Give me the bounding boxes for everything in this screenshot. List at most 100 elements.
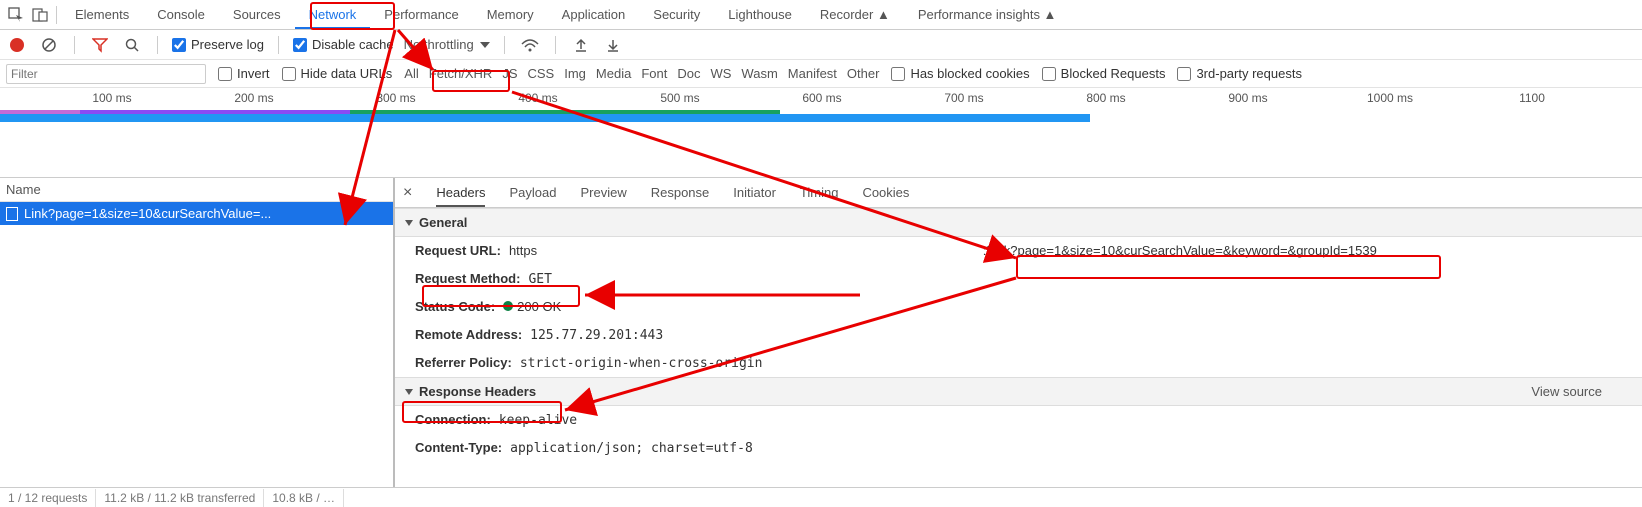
disclosure-triangle-icon <box>405 389 413 395</box>
tab-recorder[interactable]: Recorder ▲ <box>806 1 904 28</box>
section-general-label: General <box>419 215 467 230</box>
invert-checkbox[interactable]: Invert <box>218 66 270 81</box>
detail-tab-response[interactable]: Response <box>651 179 710 206</box>
close-icon[interactable]: × <box>403 184 412 202</box>
filter-input[interactable] <box>6 64 206 84</box>
filter-type-css[interactable]: CSS <box>528 66 555 81</box>
connection-key: Connection: <box>415 412 491 427</box>
footer-requests: 1 / 12 requests <box>0 489 96 507</box>
tab-sources[interactable]: Sources <box>219 1 295 28</box>
clear-button[interactable] <box>38 34 60 56</box>
search-icon[interactable] <box>121 34 143 56</box>
timeline-bar <box>0 114 1090 122</box>
footer-transferred: 11.2 kB / 11.2 kB transferred <box>96 489 264 507</box>
tab-console[interactable]: Console <box>143 1 219 28</box>
tab-security[interactable]: Security <box>639 1 714 28</box>
preserve-log-label: Preserve log <box>191 37 264 52</box>
tab-performance[interactable]: Performance <box>370 1 472 28</box>
detail-tab-preview[interactable]: Preview <box>580 179 626 206</box>
section-response-headers[interactable]: Response Headers View source <box>395 377 1642 406</box>
blocked-requests-label: Blocked Requests <box>1061 66 1166 81</box>
detail-tab-timing[interactable]: Timing <box>800 179 839 206</box>
request-row[interactable]: Link?page=1&size=10&curSearchValue=... <box>0 202 393 225</box>
status-dot-icon <box>503 301 513 311</box>
tick-label: 800 ms <box>1086 91 1125 105</box>
section-response-headers-label: Response Headers <box>419 384 536 399</box>
third-party-checkbox[interactable]: 3rd-party requests <box>1177 66 1302 81</box>
filter-type-all[interactable]: All <box>404 66 418 81</box>
column-header-name[interactable]: Name <box>0 178 393 202</box>
filter-type-fetchxhr[interactable]: Fetch/XHR <box>429 66 493 81</box>
tab-lighthouse[interactable]: Lighthouse <box>714 1 806 28</box>
tick-label: 1100 <box>1519 91 1545 105</box>
status-code-value: 200 OK <box>503 299 561 315</box>
detail-tab-headers[interactable]: Headers <box>436 179 485 206</box>
throttling-select[interactable]: No throttling <box>404 37 490 52</box>
document-icon <box>6 207 18 221</box>
tick-label: 300 ms <box>376 91 415 105</box>
disable-cache-label: Disable cache <box>312 37 394 52</box>
preserve-log-checkbox[interactable]: Preserve log <box>172 37 264 52</box>
connection-value: keep-alive <box>499 413 577 428</box>
hide-data-urls-label: Hide data URLs <box>301 66 393 81</box>
request-name-label: Link?page=1&size=10&curSearchValue=... <box>24 206 271 221</box>
record-button[interactable] <box>6 34 28 56</box>
filter-type-other[interactable]: Other <box>847 66 880 81</box>
download-har-icon[interactable] <box>602 34 624 56</box>
filter-type-doc[interactable]: Doc <box>677 66 700 81</box>
tab-elements[interactable]: Elements <box>61 1 143 28</box>
detail-tab-cookies[interactable]: Cookies <box>862 179 909 206</box>
throttling-label: No throttling <box>404 37 474 52</box>
section-general[interactable]: General <box>395 208 1642 237</box>
filter-type-js[interactable]: JS <box>502 66 517 81</box>
status-code-key: Status Code: <box>415 299 495 314</box>
tick-label: 1000 ms <box>1367 91 1413 105</box>
footer-resources: 10.8 kB / … <box>264 489 344 507</box>
device-toolbar-icon[interactable] <box>28 3 52 27</box>
filter-type-wasm[interactable]: Wasm <box>741 66 777 81</box>
filter-type-ws[interactable]: WS <box>710 66 731 81</box>
chevron-down-icon <box>480 42 490 48</box>
inspect-element-icon[interactable] <box>4 3 28 27</box>
filter-type-img[interactable]: Img <box>564 66 586 81</box>
tick-label: 900 ms <box>1228 91 1267 105</box>
network-conditions-icon[interactable] <box>519 34 541 56</box>
content-type-value: application/json; charset=utf-8 <box>510 441 753 456</box>
request-url-key: Request URL: <box>415 243 501 258</box>
tab-perf-insights[interactable]: Performance insights ▲ <box>904 1 1071 28</box>
tab-network[interactable]: Network <box>295 1 371 28</box>
filter-icon[interactable] <box>89 34 111 56</box>
remote-address-value: 125.77.29.201:443 <box>530 328 663 343</box>
request-url-value: https :Link?page=1&size=10&curSearchValu… <box>509 243 1377 259</box>
tick-label: 100 ms <box>92 91 131 105</box>
tick-label: 400 ms <box>518 91 557 105</box>
filter-type-font[interactable]: Font <box>641 66 667 81</box>
tick-label: 200 ms <box>234 91 273 105</box>
hide-data-urls-checkbox[interactable]: Hide data URLs <box>282 66 393 81</box>
third-party-label: 3rd-party requests <box>1196 66 1302 81</box>
detail-tab-payload[interactable]: Payload <box>509 179 556 206</box>
invert-label: Invert <box>237 66 270 81</box>
request-method-key: Request Method: <box>415 271 520 286</box>
filter-type-manifest[interactable]: Manifest <box>788 66 837 81</box>
waterfall-timeline[interactable]: 100 ms 200 ms 300 ms 400 ms 500 ms 600 m… <box>0 88 1642 178</box>
tick-label: 600 ms <box>802 91 841 105</box>
view-source-link[interactable]: View source <box>1531 384 1602 399</box>
tab-application[interactable]: Application <box>548 1 640 28</box>
content-type-key: Content-Type: <box>415 440 502 455</box>
request-method-value: GET <box>528 272 551 287</box>
has-blocked-label: Has blocked cookies <box>910 66 1029 81</box>
detail-tab-initiator[interactable]: Initiator <box>733 179 776 206</box>
tick-label: 700 ms <box>944 91 983 105</box>
tick-label: 500 ms <box>660 91 699 105</box>
tab-memory[interactable]: Memory <box>473 1 548 28</box>
referrer-policy-key: Referrer Policy: <box>415 355 512 370</box>
filter-type-media[interactable]: Media <box>596 66 631 81</box>
disable-cache-checkbox[interactable]: Disable cache <box>293 37 394 52</box>
type-filters: All Fetch/XHR JS CSS Img Media Font Doc … <box>404 66 879 81</box>
upload-har-icon[interactable] <box>570 34 592 56</box>
has-blocked-cookies-checkbox[interactable]: Has blocked cookies <box>891 66 1029 81</box>
blocked-requests-checkbox[interactable]: Blocked Requests <box>1042 66 1166 81</box>
referrer-policy-value: strict-origin-when-cross-origin <box>520 356 763 371</box>
status-footer: 1 / 12 requests 11.2 kB / 11.2 kB transf… <box>0 487 1642 507</box>
